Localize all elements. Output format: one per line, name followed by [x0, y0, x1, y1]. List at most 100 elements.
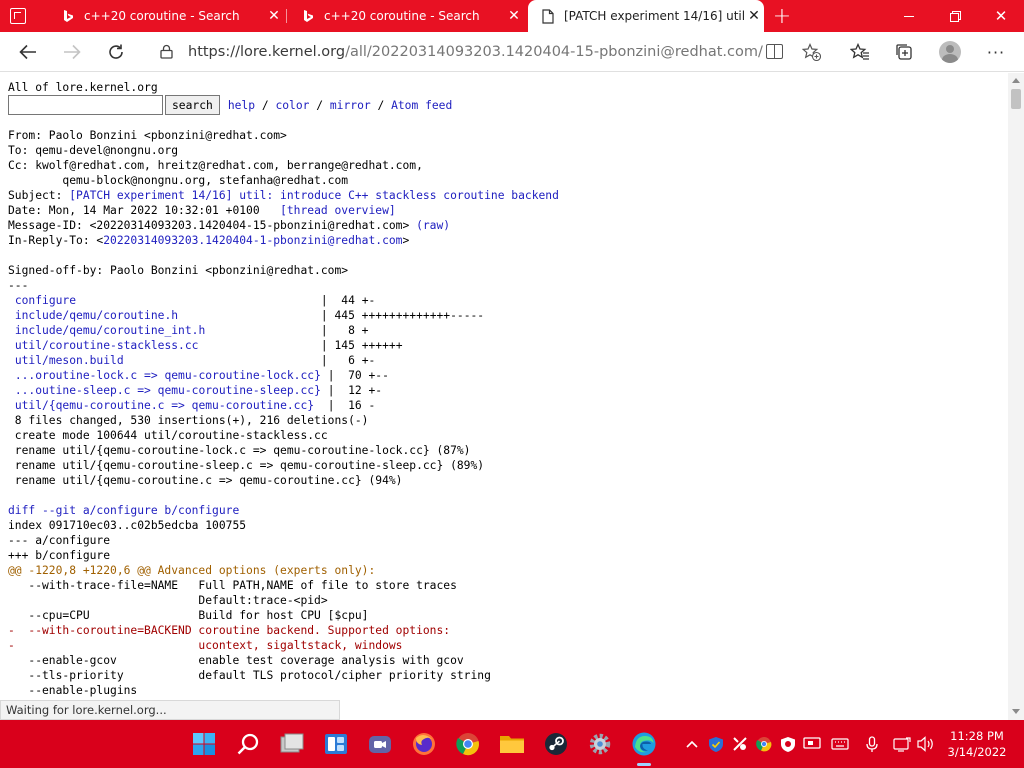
summary-line: rename util/{qemu-coroutine-sleep.c => q… [8, 459, 485, 472]
diff-line: --enable-plugins [8, 684, 138, 697]
new-tab-button[interactable]: + [766, 0, 798, 32]
diff-line: Default:trace-<pid> [8, 594, 328, 607]
edge-button[interactable] [628, 728, 660, 766]
search-input[interactable] [8, 95, 163, 115]
windows-logo-icon [193, 733, 215, 755]
diff-header-link[interactable]: diff --git a/configure b/configure [8, 504, 239, 517]
summary-line: rename util/{qemu-coroutine.c => qemu-co… [8, 474, 403, 487]
clock-date: 3/14/2022 [947, 745, 1007, 759]
video-chat-icon [369, 736, 391, 753]
start-button[interactable] [188, 728, 220, 760]
thread-overview-link[interactable]: [thread overview] [280, 204, 396, 217]
status-bar: Waiting for lore.kernel.org... [0, 700, 340, 720]
url-text: https://lore.kernel.org/all/202203140932… [188, 44, 763, 60]
tab-title: c++20 coroutine - Search [324, 9, 480, 23]
diffstat-file-link[interactable]: util/meson.build [15, 354, 124, 367]
diffstat-file-link[interactable]: util/coroutine-stackless.cc [15, 339, 199, 352]
taskbar-search-button[interactable] [232, 728, 264, 760]
tab-search-2[interactable]: c++20 coroutine - Search ✕ [288, 0, 524, 32]
antivirus-tray-icon[interactable] [778, 734, 798, 754]
header-from: From: Paolo Bonzini <pbonzini@redhat.com… [8, 129, 287, 142]
microphone-icon[interactable] [862, 734, 882, 754]
taskbar: 11:28 PM 3/14/2022 [0, 720, 1024, 768]
diffstat-file-link[interactable]: util/{qemu-coroutine.c => qemu-coroutine… [15, 399, 314, 412]
minimize-button[interactable] [886, 0, 932, 32]
network-icon[interactable] [892, 734, 912, 754]
header-in-reply-to-label: In-Reply-To: < [8, 234, 104, 247]
more-icon: ··· [986, 42, 1006, 62]
diffstat-pad [205, 324, 321, 337]
widgets-icon [325, 734, 347, 754]
profile-button[interactable] [934, 36, 966, 68]
in-reply-to-link[interactable]: 20220314093203.1420404-1-pbonzini@redhat… [103, 234, 402, 247]
keyboard-icon[interactable] [830, 734, 850, 754]
diffstat-file-link[interactable]: configure [15, 294, 76, 307]
bing-icon [60, 8, 76, 24]
mirror-link[interactable]: mirror [330, 99, 371, 112]
diffstat-file-link[interactable]: include/qemu/coroutine_int.h [15, 324, 205, 337]
volume-icon[interactable] [916, 734, 936, 754]
tab-title: c++20 coroutine - Search [84, 9, 240, 23]
vertical-scrollbar[interactable] [1008, 73, 1024, 720]
address-bar[interactable]: https://lore.kernel.org/all/202203140932… [146, 36, 836, 68]
header-to: To: qemu-devel@nongnu.org [8, 144, 179, 157]
security-shield-icon[interactable] [706, 734, 726, 754]
tab-separator [286, 9, 287, 23]
chrome-tray-icon[interactable] [754, 734, 774, 754]
settings-more-button[interactable]: ··· [980, 36, 1012, 68]
url-host: https://lore.kernel.org [188, 44, 346, 60]
diffstat-file-link[interactable]: ...oroutine-lock.c => qemu-coroutine-loc… [15, 369, 321, 382]
header-cc-continued: qemu-block@nongnu.org, stefanha@redhat.c… [8, 174, 349, 187]
teams-chat-button[interactable] [364, 728, 396, 760]
scroll-down-arrow-icon[interactable] [1012, 709, 1020, 714]
lock-icon[interactable] [160, 44, 173, 59]
chrome-icon [456, 733, 479, 756]
scroll-up-arrow-icon[interactable] [1012, 78, 1020, 83]
file-explorer-button[interactable] [496, 728, 528, 760]
search-button[interactable]: search [165, 95, 220, 115]
chrome-button[interactable] [452, 728, 484, 760]
help-link[interactable]: help [228, 99, 255, 112]
clock-time: 11:28 PM [950, 729, 1004, 743]
atom-feed-link[interactable]: Atom feed [391, 99, 452, 112]
diffstat-pad [314, 399, 328, 412]
message-body: From: Paolo Bonzini <pbonzini@redhat.com… [8, 128, 559, 698]
close-tab-icon[interactable]: ✕ [264, 8, 284, 24]
collections-button[interactable] [888, 36, 920, 68]
favorites-button[interactable] [844, 36, 876, 68]
browser-toolbar: https://lore.kernel.org/all/202203140932… [0, 32, 1024, 72]
reader-view-icon[interactable] [766, 44, 783, 59]
diffstat-count: | 12 +- [327, 384, 383, 397]
restore-button[interactable] [932, 0, 978, 32]
refresh-button[interactable] [100, 36, 132, 68]
widgets-button[interactable] [320, 728, 352, 760]
subject-link[interactable]: [PATCH experiment 14/16] util: introduce… [69, 189, 559, 202]
tab-patch-active[interactable]: [PATCH experiment 14/16] util: in ✕ [528, 0, 764, 32]
firefox-button[interactable] [408, 728, 440, 760]
avatar [939, 41, 961, 63]
close-tab-icon[interactable]: ✕ [504, 8, 524, 24]
back-button[interactable] [12, 36, 44, 68]
steam-icon [545, 733, 567, 755]
raw-link[interactable]: (raw) [416, 219, 450, 232]
tab-search-1[interactable]: c++20 coroutine - Search ✕ [48, 0, 284, 32]
color-link[interactable]: color [275, 99, 309, 112]
display-tray-icon[interactable] [802, 734, 822, 754]
tab-actions-button[interactable] [10, 8, 26, 24]
forward-button[interactable] [56, 36, 88, 68]
diffstat-file-link[interactable]: ...outine-sleep.c => qemu-coroutine-slee… [15, 384, 321, 397]
settings-app-button[interactable] [584, 728, 616, 760]
steam-tray-icon[interactable] [730, 734, 750, 754]
close-tab-icon[interactable]: ✕ [744, 8, 764, 24]
add-favorite-icon[interactable] [802, 43, 821, 61]
diff-line-removed: - ucontext, sigaltstack, windows [8, 639, 403, 652]
steam-button[interactable] [540, 728, 572, 760]
site-nav: help / color / mirror / Atom feed [228, 98, 452, 113]
diff-line: --tls-priority default TLS protocol/ciph… [8, 669, 491, 682]
diffstat-file-link[interactable]: include/qemu/coroutine.h [15, 309, 178, 322]
task-view-button[interactable] [276, 728, 308, 760]
close-window-button[interactable]: ✕ [978, 0, 1024, 32]
tray-overflow-icon[interactable] [682, 734, 702, 754]
scrollbar-thumb[interactable] [1011, 89, 1021, 109]
system-clock[interactable]: 11:28 PM 3/14/2022 [936, 728, 1018, 760]
